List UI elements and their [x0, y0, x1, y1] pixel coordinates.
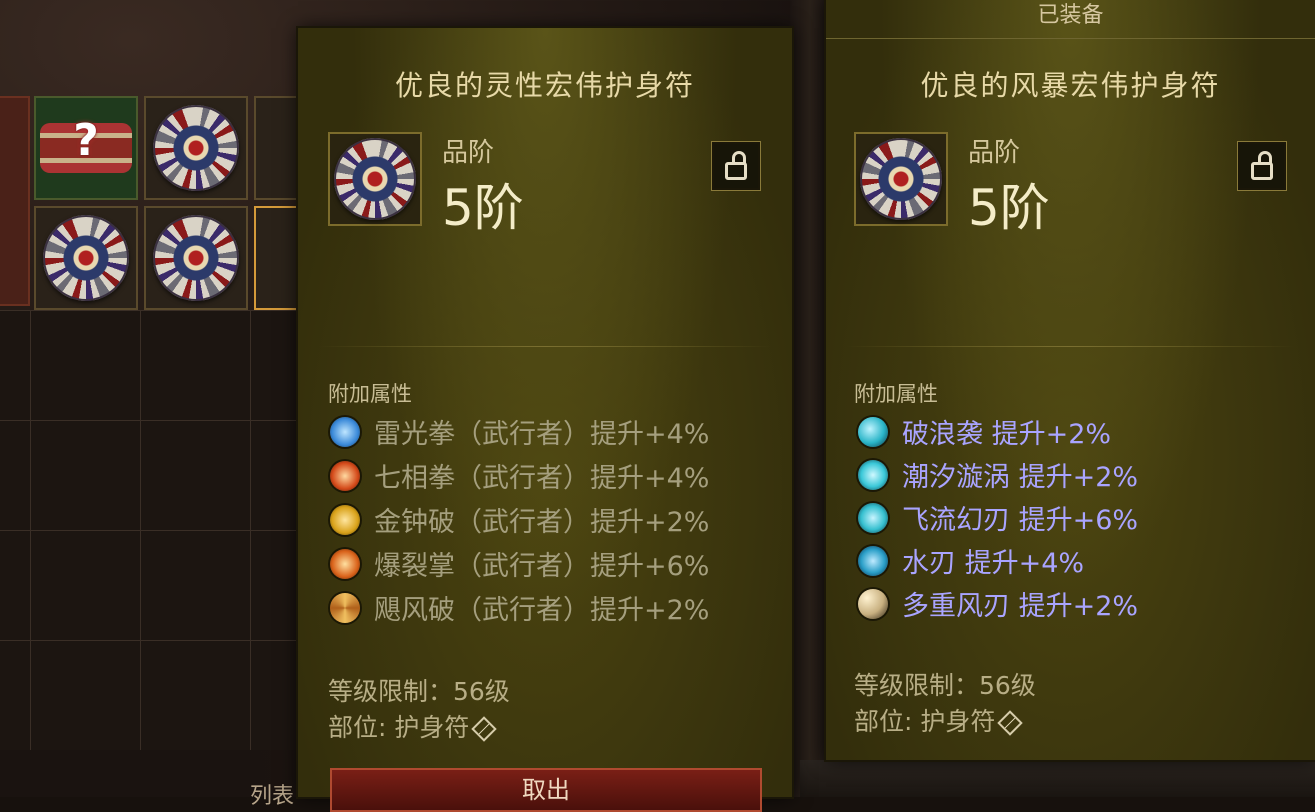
- item-title: 优良的灵性宏伟护身符: [394, 69, 695, 102]
- equip-slot: 部位: 护身符: [854, 702, 1024, 738]
- rank-label: 品阶: [442, 138, 495, 168]
- affix-text: 七相拳（武行者）提升+4%: [374, 463, 710, 494]
- water-blade-icon: [858, 545, 888, 576]
- affix-text: 潮汐漩涡 提升+2%: [902, 462, 1139, 493]
- unlock-icon: [1251, 151, 1273, 180]
- affix-row: 破浪袭 提升+2%: [858, 412, 1111, 451]
- affix-text: 破浪袭 提升+2%: [902, 419, 1112, 450]
- lock-toggle[interactable]: [711, 141, 761, 191]
- item-tooltip-equipped: 已装备 优良的风暴宏伟护身符 品阶 5阶 附加属性 破浪袭 提升+2% 潮汐漩涡…: [826, 0, 1315, 760]
- inventory-slot-amulet[interactable]: [144, 206, 248, 310]
- equip-slot: 部位: 护身符: [328, 708, 498, 744]
- affix-row: 爆裂掌（武行者）提升+6%: [330, 544, 709, 583]
- affix-row: 飞流幻刃 提升+6%: [858, 498, 1138, 537]
- take-out-button[interactable]: 取出: [330, 768, 762, 812]
- inventory-slot-amulet[interactable]: [34, 206, 138, 310]
- affix-row: 金钟破（武行者）提升+2%: [330, 500, 709, 539]
- equipped-label: 已装备: [826, 0, 1315, 39]
- wave-strike-icon: [858, 416, 888, 447]
- level-requirement: 等级限制：56级: [328, 677, 510, 706]
- tidal-vortex-icon: [858, 459, 888, 490]
- inventory-slot-edge[interactable]: [0, 96, 30, 306]
- panel-separator: [790, 0, 830, 797]
- exploding-palm-icon: [330, 548, 360, 579]
- lightning-fist-icon: [330, 416, 360, 447]
- affix-row: 飓风破（武行者）提升+2%: [330, 588, 709, 627]
- affix-text: 飞流幻刃 提升+6%: [902, 505, 1139, 536]
- inventory-slot-selected[interactable]: [254, 206, 300, 310]
- inventory-slot-amulet[interactable]: [254, 96, 300, 200]
- amulet-icon: [334, 138, 416, 220]
- item-tooltip-hovered: 优良的灵性宏伟护身符 品阶 5阶 附加属性 雷光拳（武行者）提升+4% 七相拳（…: [298, 28, 792, 812]
- affix-row: 潮汐漩涡 提升+2%: [858, 455, 1138, 494]
- affix-section-label: 附加属性: [854, 382, 938, 406]
- equipment-icon-strip: [800, 760, 1315, 797]
- divider: [846, 346, 1295, 347]
- flowing-blade-icon: [858, 502, 888, 533]
- lock-toggle[interactable]: [1237, 141, 1287, 191]
- affix-text: 飓风破（武行者）提升+2%: [374, 595, 710, 626]
- inventory-slot-amulet[interactable]: [144, 96, 248, 200]
- inventory-grid: [0, 310, 300, 750]
- item-icon-frame: [328, 132, 422, 226]
- equip-slot-text: 部位: 护身符: [854, 707, 996, 736]
- affix-text: 爆裂掌（武行者）提升+6%: [374, 551, 710, 582]
- inventory-slot-unidentified-belt[interactable]: ?: [34, 96, 138, 200]
- bottom-list-label: 列表: [250, 784, 295, 809]
- affix-section-label: 附加属性: [328, 382, 412, 406]
- item-icon-frame: [854, 132, 948, 226]
- item-title: 优良的风暴宏伟护身符: [920, 69, 1221, 102]
- amulet-icon: [43, 215, 129, 301]
- amulet-icon: [153, 105, 239, 191]
- belt-icon: ?: [40, 115, 132, 173]
- affix-row: 七相拳（武行者）提升+4%: [330, 456, 709, 495]
- amulet-icon: [153, 215, 239, 301]
- amulet-slot-icon: [471, 716, 498, 742]
- wave-of-light-icon: [330, 504, 360, 535]
- affix-row: 雷光拳（武行者）提升+4%: [330, 412, 709, 451]
- affix-row: 水刃 提升+4%: [858, 541, 1084, 580]
- equip-slot-text: 部位: 护身符: [328, 713, 470, 742]
- affix-text: 金钟破（武行者）提升+2%: [374, 507, 710, 538]
- rank-label: 品阶: [968, 138, 1021, 168]
- level-requirement: 等级限制：56级: [854, 671, 1036, 700]
- seven-sided-strike-icon: [330, 460, 360, 491]
- cyclone-strike-icon: [330, 592, 360, 623]
- affix-text: 雷光拳（武行者）提升+4%: [374, 419, 710, 450]
- amulet-icon: [860, 138, 942, 220]
- rank-value: 5阶: [442, 179, 524, 237]
- amulet-slot-icon: [997, 710, 1024, 736]
- affix-text: 多重风刃 提升+2%: [902, 591, 1139, 622]
- divider: [318, 346, 772, 347]
- rank-value: 5阶: [968, 179, 1050, 237]
- unlock-icon: [725, 151, 747, 180]
- affix-text: 水刃 提升+4%: [902, 548, 1085, 579]
- affix-row: 多重风刃 提升+2%: [858, 584, 1138, 623]
- multi-wind-blade-icon: [858, 588, 888, 619]
